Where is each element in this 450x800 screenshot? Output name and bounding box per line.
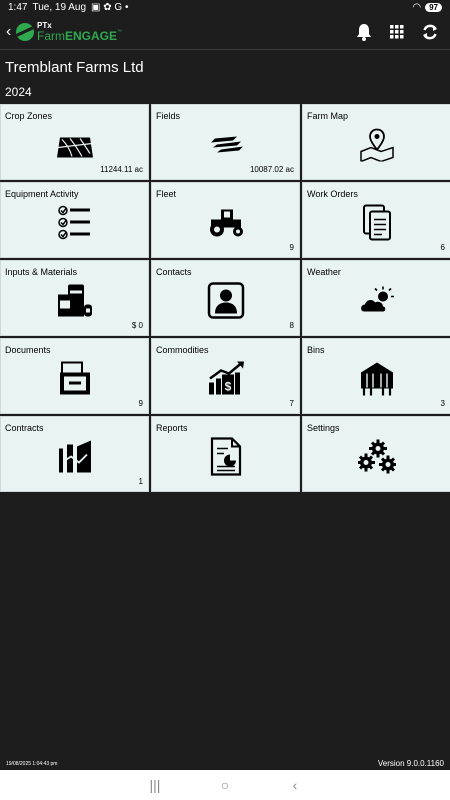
tile-label: Commodities (156, 345, 209, 355)
tile-label: Contacts (156, 267, 192, 277)
tile-count: 11244.11 ac (100, 165, 143, 174)
notification-icons: ▣ ✿ G • (91, 1, 129, 13)
tile-count: $ 0 (131, 321, 143, 330)
tile-crop-zones[interactable]: Crop Zones 11244.11 ac (0, 104, 149, 180)
tile-count: 3 (440, 399, 445, 408)
app-version: Version 9.0.0.1160 (377, 759, 444, 768)
tile-count: 10087.02 ac (249, 165, 294, 174)
recent-apps-icon[interactable]: ||| (145, 777, 165, 793)
tile-label: Farm Map (307, 111, 349, 121)
tile-label: Settings (307, 423, 340, 433)
tile-documents[interactable]: Documents 9 (0, 338, 149, 414)
tile-label: Reports (156, 423, 188, 433)
tile-count: 6 (440, 243, 445, 252)
tile-work-orders[interactable]: Work Orders 6 (302, 182, 450, 258)
reports-icon (210, 437, 242, 482)
tile-label: Crop Zones (5, 111, 53, 121)
tile-settings[interactable]: Settings (302, 416, 450, 492)
weather-icon (358, 286, 396, 321)
status-time: 1:47 (8, 1, 28, 13)
sync-icon[interactable] (422, 24, 438, 40)
contacts-icon (207, 282, 245, 325)
tractor-icon (207, 208, 245, 243)
wifi-icon: ◠ (412, 1, 422, 13)
battery-indicator: 97 (425, 2, 442, 12)
tile-contracts[interactable]: Contracts 1 (0, 416, 149, 492)
tile-contacts[interactable]: Contacts 8 (151, 260, 300, 336)
tile-count: 9 (289, 243, 294, 252)
contracts-icon (57, 439, 93, 480)
tile-label: Bins (307, 345, 325, 355)
status-date: Tue, 19 Aug (32, 1, 87, 13)
dashboard-grid: Crop Zones 11244.11 ac Fields 10087.02 a… (0, 104, 450, 492)
status-bar: 1:47 Tue, 19 Aug ▣ ✿ G • ◠ 97 (0, 0, 450, 14)
farm-map-icon (359, 128, 395, 167)
tile-label: Work Orders (307, 189, 358, 199)
logo-farmengage: FarmENGAGE™ (37, 28, 123, 43)
tile-label: Documents (5, 345, 51, 355)
tile-count: 9 (138, 399, 143, 408)
crop-zones-icon (56, 130, 94, 165)
farm-name: Tremblant Farms Ltd (5, 59, 144, 76)
app-logo: PTx FarmENGAGE™ (16, 21, 123, 43)
tile-label: Fields (156, 111, 181, 121)
work-orders-icon (362, 204, 392, 247)
settings-icon (356, 439, 397, 480)
tile-fields[interactable]: Fields 10087.02 ac (151, 104, 300, 180)
tile-reports[interactable]: Reports (151, 416, 300, 492)
tile-bins[interactable]: Bins 3 (302, 338, 450, 414)
apps-grid-icon[interactable] (390, 24, 404, 39)
tile-fleet[interactable]: Fleet 9 (151, 182, 300, 258)
tile-farm-map[interactable]: Farm Map (302, 104, 450, 180)
logo-mark-icon (16, 22, 34, 41)
tile-equipment-activity[interactable]: Equipment Activity (0, 182, 149, 258)
commodities-icon: $ (207, 361, 245, 402)
tile-label: Equipment Activity (5, 189, 79, 199)
back-icon[interactable]: ‹ (6, 23, 16, 41)
tile-label: Contracts (5, 423, 44, 433)
tile-label: Fleet (156, 189, 177, 199)
fields-icon (207, 135, 245, 160)
tile-weather[interactable]: Weather (302, 260, 450, 336)
bins-icon (359, 361, 395, 402)
tile-count: 7 (289, 399, 294, 408)
last-sync-date: 19/08/2025 1:04:43 pm (6, 761, 58, 767)
svg-text:$: $ (224, 380, 231, 394)
system-nav-bar: ||| ○ ‹ (0, 770, 450, 800)
app-bar: ‹ PTx FarmENGAGE™ (0, 14, 450, 50)
tile-label: Weather (307, 267, 341, 277)
tile-commodities[interactable]: Commodities $ 7 (151, 338, 300, 414)
documents-icon (58, 361, 92, 402)
tile-count: 1 (138, 477, 143, 486)
checklist-icon (57, 205, 93, 246)
notifications-bell-icon[interactable] (356, 23, 372, 41)
home-icon[interactable]: ○ (215, 777, 235, 793)
back-nav-icon[interactable]: ‹ (285, 777, 305, 793)
tile-label: Inputs & Materials (5, 267, 78, 277)
tile-inputs-materials[interactable]: Inputs & Materials $ 0 (0, 260, 149, 336)
tile-count: 8 (289, 321, 294, 330)
inputs-icon (56, 283, 94, 324)
season-year: 2024 (5, 85, 32, 99)
